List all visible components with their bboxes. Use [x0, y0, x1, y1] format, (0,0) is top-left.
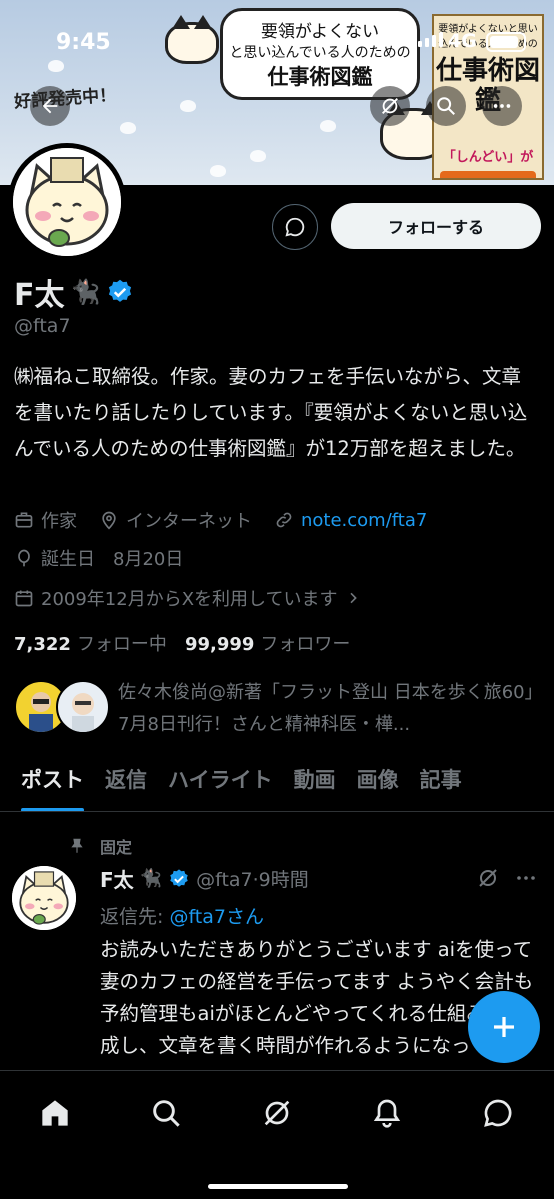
banner-text: と思い込んでいる人のための — [229, 45, 411, 61]
banner-decoration — [250, 150, 266, 162]
profile-link[interactable]: note.com/fta7 — [301, 510, 427, 531]
grok-icon — [479, 869, 497, 887]
search-icon — [437, 97, 455, 115]
cat-emoji: 🐈‍⬛ — [70, 278, 101, 306]
followed-by-avatars[interactable] — [14, 680, 110, 734]
reply-to: 返信先: @fta7さん — [100, 902, 264, 929]
signal-icon — [418, 32, 443, 47]
book-badge: ラクになる — [440, 171, 536, 178]
banner-decoration — [320, 120, 336, 132]
nav-grok[interactable] — [259, 1095, 295, 1131]
message-icon — [484, 1099, 512, 1127]
network-type: 4G — [448, 30, 477, 52]
profile-joined-row[interactable]: 2009年12月からXを利用しています — [14, 585, 383, 611]
profile-joined: 2009年12月からXを利用しています — [41, 589, 338, 610]
battery-icon — [486, 32, 526, 52]
more-icon — [493, 104, 511, 108]
banner-decoration — [48, 60, 64, 72]
profile-birthday: 誕生日 8月20日 — [41, 549, 184, 570]
cat-avatar-illustration — [13, 148, 121, 256]
follow-button[interactable]: フォローする — [331, 203, 541, 249]
link-icon — [276, 512, 292, 528]
profile-bio: ㈱福ねこ取締役。作家。妻のカフェを手伝いながら、文章を書いたり話したりしています… — [14, 365, 528, 460]
profile-birthday-row: 誕生日 8月20日 — [14, 545, 205, 571]
post-handle-time: @fta7·9時間 — [196, 869, 309, 891]
profile-meta: 作家 インターネット note.com/fta7 — [14, 507, 449, 533]
search-icon — [153, 1100, 180, 1127]
cat-avatar-illustration — [12, 866, 76, 930]
profile-name: F太 🐈‍⬛ — [14, 270, 134, 314]
grok-post-button[interactable] — [476, 866, 500, 894]
profile-handle: @fta7 — [14, 315, 71, 337]
following-link[interactable]: 7,322 フォロー中 — [14, 630, 167, 656]
post-author-name[interactable]: F太 — [100, 864, 134, 893]
post-more-button[interactable] — [514, 866, 538, 894]
banner-decoration — [210, 165, 226, 177]
avatar — [56, 680, 110, 734]
cat-emoji: 🐈‍⬛ — [139, 868, 163, 889]
nav-notifications[interactable] — [369, 1095, 405, 1131]
tab-highlights[interactable]: ハイライト — [168, 760, 273, 811]
following-count: 7,322 — [14, 634, 71, 655]
pinned-indicator: 固定 — [68, 834, 132, 858]
post-header: F太 🐈‍⬛ @fta7·9時間 — [100, 864, 309, 893]
profile-avatar[interactable] — [8, 143, 126, 261]
plus-icon — [494, 1017, 514, 1037]
banner-decoration — [180, 100, 196, 112]
bell-icon — [373, 1099, 401, 1128]
profile-tabs: ポスト 返信 ハイライト 動画 画像 記事 — [0, 760, 554, 812]
status-time: 9:45 — [56, 30, 111, 55]
following-label: フォロー中 — [76, 634, 167, 655]
banner-text: 要領がよくない — [260, 22, 380, 42]
pin-icon — [71, 838, 83, 853]
verified-badge-icon — [170, 868, 188, 887]
followed-by-text[interactable]: 佐々木俊尚@新著「フラット登山 日本を歩く旅60」7月8日刊行！さんと精神科医・… — [118, 677, 538, 741]
balloon-icon — [18, 549, 30, 567]
tab-articles[interactable]: 記事 — [420, 760, 462, 811]
message-icon — [285, 217, 305, 237]
more-icon — [517, 876, 535, 880]
book-catchphrase: 「しんどい」が — [442, 150, 534, 165]
tab-posts[interactable]: ポスト — [21, 760, 84, 811]
nav-search[interactable] — [148, 1095, 184, 1131]
grok-button[interactable] — [370, 86, 410, 126]
followers-label: フォロワー — [260, 634, 351, 655]
grok-icon — [264, 1100, 290, 1126]
compose-button[interactable] — [468, 991, 540, 1063]
message-button[interactable] — [272, 204, 318, 250]
tab-images[interactable]: 画像 — [357, 760, 399, 811]
followers-count: 99,999 — [184, 634, 255, 655]
followers-link[interactable]: 99,999 フォロワー — [185, 630, 350, 656]
profile-name-text: F太 — [14, 278, 65, 313]
back-button[interactable] — [30, 86, 70, 126]
reply-prefix: 返信先: — [100, 906, 170, 928]
arrow-left-icon — [42, 98, 58, 114]
verified-badge-icon — [109, 279, 132, 302]
banner-cat-illustration — [165, 15, 219, 64]
pinned-label: 固定 — [100, 838, 133, 857]
profile-location: インターネット — [126, 511, 252, 532]
profile-job: 作家 — [41, 511, 77, 532]
post-avatar[interactable] — [12, 866, 76, 930]
home-icon — [42, 1100, 68, 1126]
nav-home[interactable] — [37, 1095, 73, 1131]
more-button[interactable] — [482, 86, 522, 126]
bottom-navigation — [0, 1070, 554, 1199]
briefcase-icon — [15, 512, 33, 528]
calendar-icon — [15, 590, 33, 607]
tab-replies[interactable]: 返信 — [105, 760, 147, 811]
reply-target-link[interactable]: @fta7さん — [169, 906, 264, 928]
chevron-right-icon — [349, 592, 357, 604]
tab-videos[interactable]: 動画 — [294, 760, 336, 811]
follow-counts: 7,322 フォロー中 99,999 フォロワー — [14, 630, 350, 656]
nav-messages[interactable] — [480, 1095, 516, 1131]
banner-decoration — [120, 122, 136, 134]
location-icon — [102, 511, 116, 530]
grok-icon — [382, 98, 398, 114]
home-indicator — [208, 1184, 348, 1189]
search-button[interactable] — [426, 86, 466, 126]
